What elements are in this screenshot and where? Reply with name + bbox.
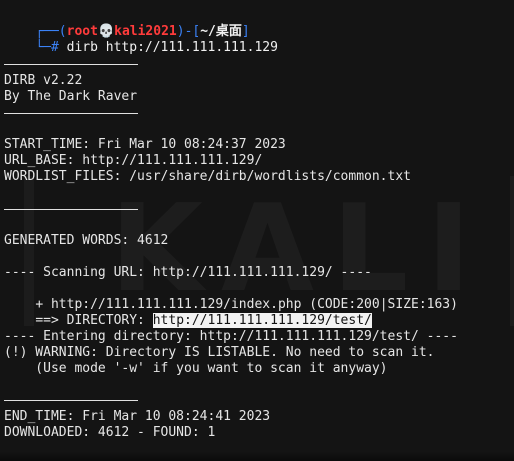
directory-line: ==> DIRECTORY: http://111.111.111.129/te… bbox=[4, 297, 372, 328]
found-separator: | bbox=[379, 297, 388, 312]
warning-line: (!) WARNING: Directory IS LISTABLE. No n… bbox=[4, 345, 435, 360]
directory-url-selection[interactable]: http://111.111.111.129/test/ bbox=[152, 313, 372, 328]
banner-author: By The Dark Raver bbox=[4, 89, 138, 104]
end-time: END_TIME: Fri Mar 10 08:24:41 2023 bbox=[4, 409, 271, 424]
command-line: └─# dirb http://111.111.111.129 bbox=[4, 24, 278, 55]
divider-1 bbox=[4, 64, 138, 65]
directory-label: ==> DIRECTORY: bbox=[35, 313, 153, 328]
generated-words: GENERATED WORDS: 4612 bbox=[4, 233, 169, 248]
command-text: dirb http://111.111.111.129 bbox=[58, 40, 278, 55]
start-time: START_TIME: Fri Mar 10 08:24:37 2023 bbox=[4, 137, 286, 152]
next-prompt-cutoff bbox=[0, 452, 514, 461]
url-base: URL_BASE: http://111.111.111.129/ bbox=[4, 153, 263, 168]
entering-directory: ---- Entering directory: http://111.111.… bbox=[4, 329, 458, 344]
terminal-window[interactable]: KALI ┌──(root💀kali2021)-[~/桌面] └─# dirb … bbox=[0, 0, 514, 461]
downloaded-found: DOWNLOADED: 4612 - FOUND: 1 bbox=[4, 425, 216, 440]
divider-2 bbox=[4, 113, 138, 114]
prompt-line: ┌──(root💀kali2021)-[~/桌面] bbox=[4, 8, 249, 39]
prompt-hash: └─# bbox=[35, 40, 59, 55]
wordlist-files: WORDLIST_FILES: /usr/share/dirb/wordlist… bbox=[4, 169, 411, 184]
banner-name: DIRB v2.22 bbox=[4, 73, 83, 88]
found-index: + http://111.111.111.129/index.php (CODE… bbox=[4, 281, 458, 312]
scanning-url: ---- Scanning URL: http://111.111.111.12… bbox=[4, 265, 372, 280]
divider-4 bbox=[4, 400, 138, 401]
hint-line: (Use mode '-w' if you want to scan it an… bbox=[4, 361, 388, 376]
found-suffix: SIZE:163) bbox=[387, 297, 458, 312]
divider-3 bbox=[4, 209, 138, 210]
